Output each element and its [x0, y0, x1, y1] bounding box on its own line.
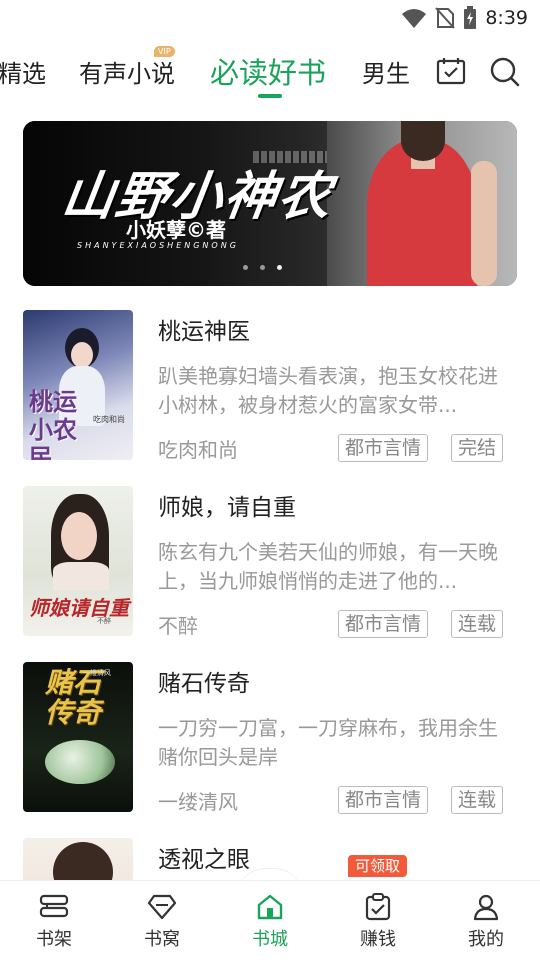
status-tag: 完结	[451, 434, 504, 462]
nav-label: 书城	[252, 929, 288, 950]
bookshelf-icon	[39, 894, 69, 918]
tab-male[interactable]: 男生	[362, 54, 410, 89]
book-title: 桃运神医	[158, 319, 250, 345]
book-item[interactable]: 赌石传奇 一缕清风 赌石传奇 一刀穷一刀富，一刀穿麻布，我用余生赌你回头是岸 一…	[0, 662, 540, 822]
claim-reward-badge[interactable]: 可领取	[348, 855, 408, 877]
cover-figure-shoulders	[53, 562, 109, 590]
banner-figure-arm	[471, 161, 497, 286]
cover-title: 桃运小农民	[29, 388, 77, 460]
wifi-icon	[402, 9, 427, 28]
book-author: 不醉	[158, 614, 198, 638]
book-title: 赌石传奇	[158, 671, 250, 697]
status-bar: 8:39	[0, 0, 540, 36]
status-tag: 连载	[451, 786, 504, 814]
book-description: 一刀穷一刀富，一刀穿麻布，我用余生赌你回头是岸	[158, 716, 498, 769]
profile-icon	[473, 894, 499, 921]
tab-audio-novels[interactable]: 有声小说	[79, 54, 175, 89]
nav-book-nest[interactable]: 书窝	[132, 893, 192, 951]
banner-pinyin: SHANYEXIAOSHENGNONG	[77, 241, 239, 250]
cover-title: 师娘请自重	[29, 596, 129, 620]
book-cover: 桃运小农民 吃肉和尚	[23, 310, 133, 460]
category-tag[interactable]: 都市言情	[338, 786, 429, 814]
tab-featured[interactable]: 精选	[0, 54, 46, 89]
status-time: 8:39	[485, 7, 528, 29]
top-tab-bar: 精选 有声小说 VIP 必读好书 男生	[0, 40, 540, 110]
status-tag: 连载	[451, 610, 504, 638]
book-title: 师娘，请自重	[158, 495, 296, 521]
cover-author: 不醉	[97, 617, 111, 625]
book-item[interactable]: 师娘请自重 不醉 师娘，请自重 陈玄有九个美若天仙的师娘，有一天晚上，当九师娘悄…	[0, 486, 540, 646]
home-icon	[257, 894, 283, 920]
cover-jade-stone	[45, 740, 115, 784]
calendar-check-icon[interactable]	[436, 56, 466, 86]
nav-bookshelf[interactable]: 书架	[24, 893, 84, 951]
banner-author: 小妖孽©著	[126, 218, 226, 242]
nav-earn[interactable]: 赚钱	[348, 893, 408, 951]
vip-badge: VIP	[154, 46, 175, 57]
tab-must-read[interactable]: 必读好书	[210, 50, 326, 92]
carousel-dot	[243, 265, 248, 270]
book-description: 陈玄有九个美若天仙的师娘，有一天晚上，当九师娘悄悄的走进了他的...	[158, 540, 498, 593]
cover-figure-face	[71, 342, 93, 368]
carousel-dots	[243, 265, 282, 270]
no-sim-icon	[435, 7, 456, 29]
diamond-icon	[147, 894, 177, 920]
cover-author: 一缕清风	[83, 669, 111, 677]
cover-figure-face	[61, 512, 97, 560]
active-tab-indicator	[258, 94, 282, 98]
category-tag[interactable]: 都市言情	[338, 610, 429, 638]
task-clipboard-icon	[365, 893, 391, 921]
nav-label: 我的	[468, 929, 504, 950]
nav-label: 赚钱	[360, 929, 396, 950]
carousel-dot	[260, 265, 265, 270]
book-description: 趴美艳寡妇墙头看表演，抱玉女校花进小树林，被身材惹火的富家女带...	[158, 364, 498, 417]
banner-figure-hair	[401, 121, 445, 161]
book-author: 吃肉和尚	[158, 438, 238, 462]
search-icon[interactable]	[489, 56, 521, 88]
book-author: 一缕清风	[158, 790, 238, 814]
book-cover: 赌石传奇 一缕清风	[23, 662, 133, 812]
nav-profile[interactable]: 我的	[456, 893, 516, 951]
carousel-dot-active	[277, 265, 282, 270]
nav-bookstore[interactable]: 书城	[240, 893, 300, 951]
category-tag[interactable]: 都市言情	[338, 434, 429, 462]
book-cover: 师娘请自重 不醉	[23, 486, 133, 636]
battery-charging-icon	[464, 6, 477, 29]
cover-author: 吃肉和尚	[93, 415, 125, 424]
nav-label: 书窝	[144, 929, 180, 950]
bottom-nav: 书架 书窝 书城 赚钱 我的	[0, 880, 540, 960]
book-title: 透视之眼	[158, 847, 250, 873]
nav-label: 书架	[36, 929, 72, 950]
promo-banner[interactable]: 山野小神农 小妖孽©著 SHANYEXIAOSHENGNONG	[23, 121, 517, 286]
book-item[interactable]: 桃运小农民 吃肉和尚 桃运神医 趴美艳寡妇墙头看表演，抱玉女校花进小树林，被身材…	[0, 310, 540, 470]
